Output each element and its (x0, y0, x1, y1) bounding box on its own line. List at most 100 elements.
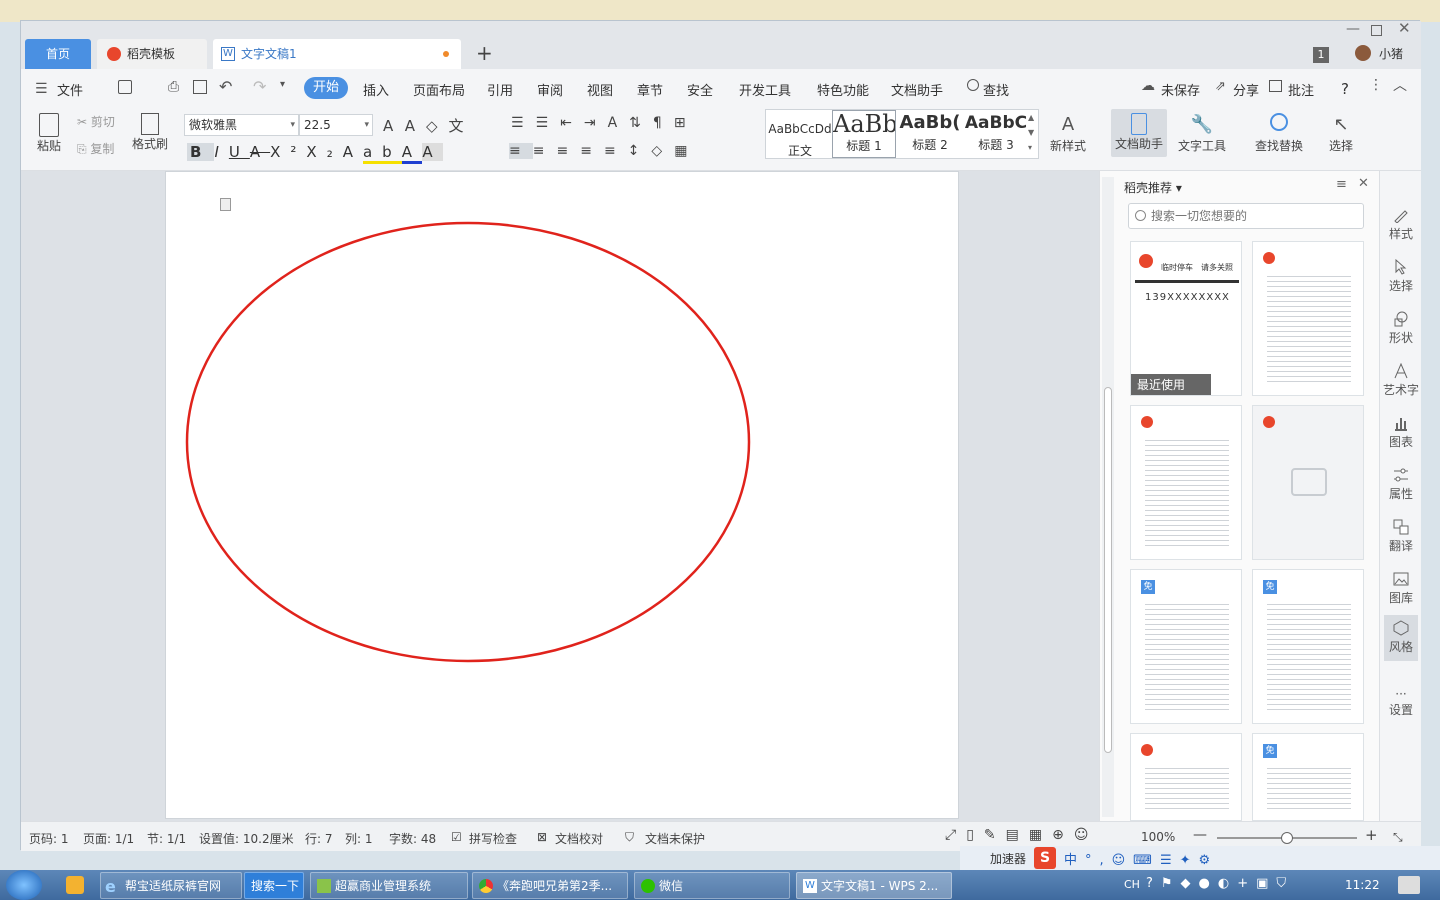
fit-window-icon[interactable]: ⤡ (1393, 830, 1403, 845)
rt-chart[interactable]: 图表 (1380, 415, 1422, 450)
style-heading1[interactable]: AaBb 标题 1 (832, 110, 896, 158)
rt-select[interactable]: 选择 (1380, 259, 1422, 294)
status-page[interactable]: 页码: 1 (29, 830, 69, 847)
highlight-button[interactable]: ab (362, 143, 402, 164)
ellipse-outline[interactable] (185, 221, 751, 663)
tab-home-ribbon[interactable]: 开始 (304, 77, 348, 99)
tab-template[interactable]: 稻壳模板 (97, 39, 207, 69)
start-button[interactable] (6, 870, 42, 900)
ellipse-shape[interactable] (184, 220, 754, 666)
menu-developer[interactable]: 开发工具 (739, 80, 791, 99)
save-icon[interactable] (118, 80, 132, 94)
style-normal[interactable]: AaBbCcDd 正文 (768, 114, 832, 159)
new-style-button[interactable]: A 新样式 (1045, 113, 1091, 154)
template-card-3[interactable] (1130, 405, 1242, 560)
user-name[interactable]: 小猪 (1379, 45, 1403, 62)
distribute-icon[interactable]: ≡ (604, 143, 628, 159)
template-card-recent[interactable]: 临时停车 请多关照 139XXXXXXXX 最近使用 (1130, 241, 1242, 396)
search-icon[interactable] (967, 79, 979, 91)
task-ie[interactable]: e 帮宝适纸尿裤官网 (100, 872, 242, 899)
menu-chapter[interactable]: 章节 (637, 80, 663, 99)
document-page[interactable] (165, 171, 959, 819)
template-card-2[interactable] (1252, 241, 1364, 396)
status-spell[interactable]: 拼写检查 (469, 830, 517, 847)
menu-page-layout[interactable]: 页面布局 (413, 80, 465, 99)
minimize-button[interactable]: — (1346, 21, 1360, 37)
font-color-button[interactable]: A (401, 143, 423, 164)
menu-doc-helper[interactable]: 文档助手 (891, 80, 943, 99)
rt-settings[interactable]: ··· 设置 (1380, 687, 1422, 718)
table-icon[interactable]: ⊞ (674, 115, 698, 131)
share-button[interactable]: 分享 (1233, 80, 1259, 99)
avatar[interactable] (1355, 45, 1371, 61)
zoom-out-button[interactable]: — (1193, 827, 1207, 843)
menu-view[interactable]: 视图 (587, 80, 613, 99)
subscript-button[interactable]: X₂ (306, 143, 342, 161)
strikethrough-button[interactable]: A (250, 143, 270, 161)
menu-file[interactable]: 文件 (57, 80, 83, 99)
decrease-indent-icon[interactable]: ⇤ (560, 115, 584, 131)
task-search[interactable]: 搜索一下 (244, 872, 304, 899)
grow-font-icon[interactable]: A (383, 117, 405, 135)
comment-button[interactable]: 批注 (1288, 80, 1314, 99)
increase-indent-icon[interactable]: ⇥ (584, 115, 608, 131)
bold-button[interactable]: B (187, 143, 215, 161)
line-spacing-icon[interactable]: ↕ (628, 143, 652, 159)
menu-features[interactable]: 特色功能 (817, 80, 869, 99)
spell-check-icon[interactable]: ☑ (451, 830, 462, 844)
status-proof[interactable]: 文档校对 (555, 830, 603, 847)
rt-translate[interactable]: 翻译 (1380, 519, 1422, 554)
font-name-select[interactable]: 微软雅黑 ▾ (184, 114, 299, 136)
menu-insert[interactable]: 插入 (363, 80, 389, 99)
rt-style[interactable]: 样式 (1380, 207, 1422, 242)
help-button[interactable]: ? (1341, 80, 1349, 98)
status-pages[interactable]: 页面: 1/1 (83, 830, 134, 847)
ime-tools-icons[interactable]: 中°,☺⌨☰✦⚙ (1064, 849, 1218, 868)
copy-button[interactable]: ⎘ 复制 (77, 140, 114, 157)
status-col[interactable]: 列: 1 (345, 830, 373, 847)
menu-security[interactable]: 安全 (687, 80, 713, 99)
template-card-5[interactable]: 免 (1130, 569, 1242, 724)
align-left-icon[interactable]: ≡ (509, 143, 533, 159)
new-tab-button[interactable]: + (476, 41, 493, 65)
select-button[interactable]: ↖ 选择 (1321, 113, 1361, 154)
format-painter-button[interactable]: 格式刷 (129, 113, 171, 152)
sort-icon[interactable]: ⇅ (629, 115, 653, 131)
menu-review[interactable]: 审阅 (537, 80, 563, 99)
task-wps[interactable]: W 文字文稿1 - WPS 2... (796, 872, 952, 899)
panel-title[interactable]: 稻壳推荐 ▾ (1124, 179, 1182, 196)
template-card-4[interactable] (1252, 405, 1364, 560)
text-tools-button[interactable]: 🔧 文字工具 (1173, 113, 1231, 154)
find-replace-button[interactable]: 查找替换 (1251, 113, 1307, 154)
zoom-slider-thumb[interactable] (1281, 832, 1293, 844)
print-preview-icon[interactable] (193, 80, 207, 94)
zoom-slider[interactable] (1217, 832, 1357, 844)
text-effect-button[interactable]: A (343, 143, 363, 161)
task-wechat[interactable]: 微信 (634, 872, 790, 899)
tray-icons[interactable]: ?⚑◆●◐+▣⛉ (1146, 876, 1294, 891)
task-browser[interactable]: 《奔跑吧兄弟第2季... (472, 872, 628, 899)
shrink-font-icon[interactable]: A (405, 117, 426, 135)
accelerator-label[interactable]: 加速器 (990, 850, 1026, 867)
paste-button[interactable]: 粘贴 (29, 113, 69, 154)
char-shading-button[interactable]: A (422, 143, 443, 161)
status-section[interactable]: 节: 1/1 (147, 830, 186, 847)
panel-close-icon[interactable]: ✕ (1358, 176, 1369, 191)
sogou-icon[interactable]: S (1034, 847, 1056, 869)
justify-icon[interactable]: ≡ (580, 143, 604, 159)
more-options-icon[interactable]: ⋮ (1369, 77, 1383, 93)
status-protect[interactable]: 文档未保护 (645, 830, 705, 847)
shield-icon[interactable]: ⛉ (625, 830, 634, 845)
template-card-8[interactable]: 免 (1252, 733, 1364, 821)
tab-home[interactable]: 首页 (25, 39, 91, 69)
quick-access-dropdown-icon[interactable]: ▾ (280, 79, 285, 90)
rt-shape[interactable]: 形状 (1380, 311, 1422, 346)
proof-icon[interactable]: ⊠ (537, 830, 547, 844)
menu-references[interactable]: 引用 (487, 80, 513, 99)
style-heading2[interactable]: AaBb( 标题 2 (898, 110, 962, 153)
rt-gallery[interactable]: 图库 (1380, 571, 1422, 606)
status-setting[interactable]: 设置值: 10.2厘米 (199, 830, 294, 847)
panel-menu-icon[interactable]: ≡ (1336, 177, 1347, 192)
task-business[interactable]: 超赢商业管理系统 (310, 872, 468, 899)
bullet-list-icon[interactable]: ☰ (511, 115, 536, 131)
